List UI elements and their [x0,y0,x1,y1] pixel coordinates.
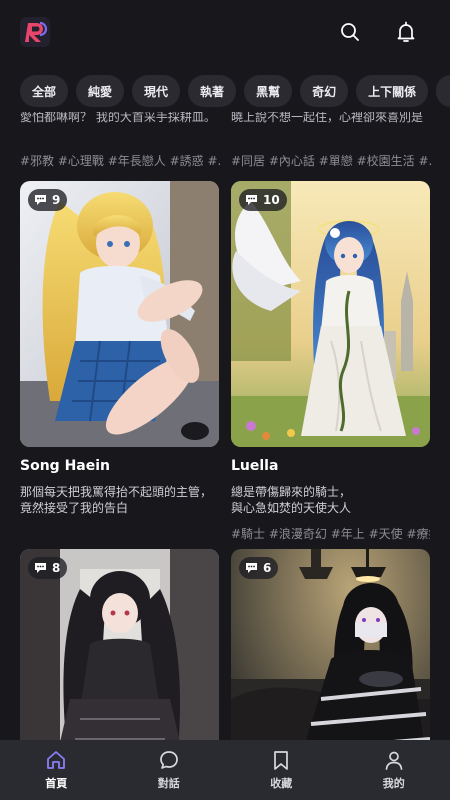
character-card-song-haein[interactable]: 9 Song Haein 那個每天把我罵得抬不起頭的主管， 竟然接受了我的告白 [20,181,219,525]
filter-chip-pure-love[interactable]: 純愛 [76,75,125,107]
card-tags: #騎士 #浪漫奇幻 #年上 #天使 #療癒 [231,527,430,541]
comment-icon [246,563,257,573]
profile-icon [385,751,403,770]
filter-chip-modern[interactable]: 現代 [132,75,181,107]
card-tags: #同居 #內心話 #單戀 #校園生活 #... [231,154,431,168]
nav-label-chat: 對話 [157,777,180,790]
character-name: Song Haein [20,458,110,474]
filter-chip-hierarchy[interactable]: 上下關係 [356,75,429,107]
character-image: 8 [20,549,219,740]
character-card[interactable]: 8 [20,549,219,740]
character-card[interactable]: 6 [231,549,430,740]
nav-item-chat[interactable]: 對話 [113,740,225,800]
filter-chip-bar: 全部 純愛 現代 執著 黑幫 奇幻 上下關係 [0,75,450,109]
card-description: 曉上說不想一起住，心裡卻來喜別是 [231,112,424,124]
filter-chip-more[interactable] [436,75,450,107]
comment-count: 8 [52,561,61,575]
character-feed[interactable]: 愛怕都啉啊？ 我的大首采手採耕皿。 #邪教 #心理戰 #年長戀人 #誘惑 #..… [0,112,450,740]
card-description: 總是帶傷歸來的騎士， 與心急如焚的天使大人 [231,485,352,515]
nav-label-profile: 我的 [382,777,405,790]
character-image: 10 [231,181,430,447]
nav-item-profile[interactable]: 我的 [338,740,450,800]
card-tags: #邪教 #心理戰 #年長戀人 #誘惑 #... [20,154,220,168]
comment-icon [246,195,257,205]
card-description: 那個每天把我罵得抬不起頭的主管， 竟然接受了我的告白 [20,485,213,515]
nav-item-home[interactable]: 首頁 [0,740,112,800]
bookmark-icon [274,751,289,770]
bell-icon[interactable] [394,20,418,44]
character-image: 9 [20,181,219,447]
comment-icon [35,563,46,573]
nav-item-favorites[interactable]: 收藏 [225,740,337,800]
card-description: 愛怕都啉啊？ 我的大首采手採耕皿。 [20,112,216,124]
filter-chip-fantasy[interactable]: 奇幻 [300,75,349,107]
comment-count-badge: 10 [239,189,287,211]
comment-count: 10 [263,193,280,207]
comment-count-badge: 9 [28,189,68,211]
nav-label-favorites: 收藏 [270,777,293,790]
comment-count: 9 [52,193,61,207]
character-card-luella[interactable]: 10 Luella 總是帶傷歸來的騎士， 與心急如焚的天使大人 #騎士 #浪漫奇… [231,181,430,542]
home-icon [47,751,66,769]
chat-icon [159,751,178,769]
bottom-navigation: 首頁 對話 收藏 我的 [0,740,450,800]
character-image: 6 [231,549,430,740]
comment-count: 6 [263,561,272,575]
nav-label-home: 首頁 [45,777,68,790]
search-icon[interactable] [338,20,362,44]
comment-count-badge: 6 [239,557,279,579]
comment-icon [35,195,46,205]
filter-chip-gang[interactable]: 黑幫 [244,75,293,107]
comment-count-badge: 8 [28,557,68,579]
app-logo-icon[interactable] [20,17,50,47]
character-name: Luella [231,458,279,474]
filter-chip-obsession[interactable]: 執著 [188,75,237,107]
app-header [0,0,450,66]
filter-chip-all[interactable]: 全部 [20,75,69,107]
